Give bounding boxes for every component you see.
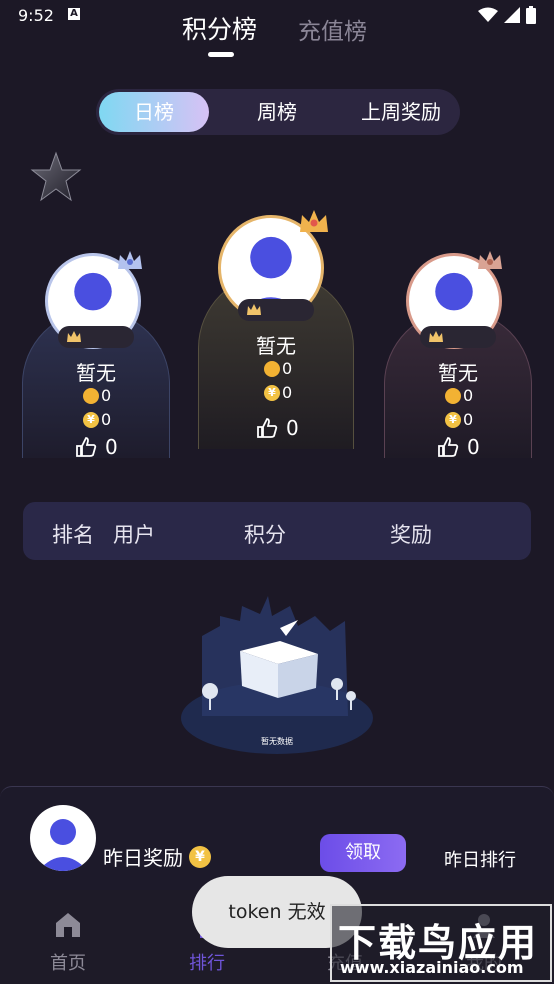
coin-stat: ¥0: [83, 410, 111, 429]
yesterday-reward-label: 昨日奖励 ¥: [103, 842, 211, 871]
medal-icon: [83, 387, 99, 404]
col-score: 积分: [244, 523, 286, 547]
yen-icon: ¥: [83, 411, 99, 428]
segment-weekly[interactable]: 周榜: [222, 92, 332, 132]
points-stat: 0: [83, 386, 111, 405]
like-button[interactable]: 0: [437, 435, 480, 459]
coin-stat: ¥0: [445, 410, 473, 429]
yen-icon: ¥: [445, 411, 461, 428]
like-button[interactable]: 0: [75, 435, 118, 459]
medal-icon: [445, 387, 461, 404]
empty-state-text: 暂无数据: [261, 736, 293, 746]
crown-icon: [429, 331, 443, 342]
tabbar-label: 首页: [50, 953, 86, 974]
segment-daily[interactable]: 日榜: [99, 92, 209, 132]
col-user: 用户: [113, 523, 155, 547]
top-tabs: 积分榜 充值榜: [0, 10, 554, 60]
thumbs-up-icon: [438, 437, 459, 457]
level-badge: [238, 299, 314, 321]
star-icon: [30, 151, 82, 202]
col-reward: 奖励: [390, 523, 432, 547]
user-name: 暂无: [256, 334, 296, 358]
crown-icon: [67, 331, 81, 342]
thumbs-up-icon: [76, 437, 97, 457]
tab-indicator: [208, 52, 234, 57]
rank-table-header: 排名 用户 积分 奖励: [23, 502, 531, 560]
like-button[interactable]: 0: [256, 416, 299, 440]
tabbar-label: 排行: [189, 953, 225, 974]
col-rank: 排名: [52, 523, 94, 547]
coin-stat: ¥0: [264, 383, 292, 402]
watermark: 下载鸟应用 www.xiazainiao.com: [330, 904, 552, 982]
tab-recharge-rank[interactable]: 充值榜: [298, 12, 367, 46]
points-stat: 0: [264, 359, 292, 378]
thumbs-up-icon: [257, 418, 278, 438]
yen-icon: ¥: [264, 384, 280, 401]
medal-icon: [264, 360, 280, 377]
level-badge: [420, 326, 496, 348]
crown-icon: [247, 304, 261, 315]
period-segment: 日榜 周榜 上周奖励: [96, 89, 460, 135]
yen-icon: ¥: [189, 845, 211, 868]
crown-icon: [118, 251, 142, 269]
yesterday-reward-panel: 昨日奖励 ¥ 领取 昨日排行: [0, 786, 554, 890]
points-stat: 0: [445, 386, 473, 405]
level-badge: [58, 326, 134, 348]
watermark-url: www.xiazainiao.com: [340, 958, 524, 977]
empty-state-illustration: 暂无数据: [181, 596, 373, 754]
segment-last-week-reward[interactable]: 上周奖励: [346, 92, 456, 132]
crown-icon: [300, 210, 328, 232]
tab-points-rank[interactable]: 积分榜: [182, 10, 257, 46]
home-icon: [56, 913, 80, 937]
user-name: 暂无: [76, 361, 116, 385]
crown-icon: [478, 251, 502, 269]
user-name: 暂无: [438, 361, 478, 385]
avatar[interactable]: [30, 805, 96, 871]
claim-button[interactable]: 领取: [320, 834, 406, 872]
yesterday-rank-link[interactable]: 昨日排行: [444, 846, 516, 872]
tabbar-home[interactable]: 首页: [28, 910, 108, 975]
